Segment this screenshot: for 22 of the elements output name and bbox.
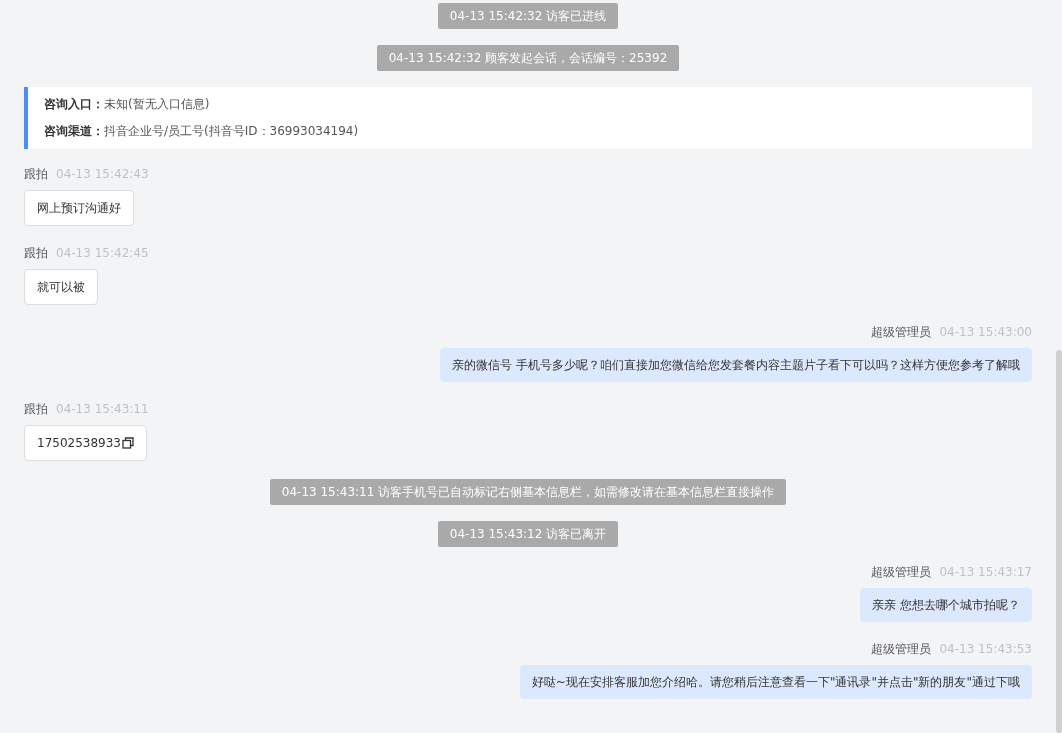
message-text: 好哒~现在安排客服加您介绍哈。请您稍后注意查看一下"通讯录"并点击"新的朋友"通过下哦 xyxy=(531,674,1020,691)
sender-name: 跟拍 xyxy=(24,401,48,418)
system-notice: 04-13 15:42:32 顾客发起会话，会话编号：25392 xyxy=(376,45,680,71)
sender-name: 超级管理员 xyxy=(871,324,932,341)
sender-name: 超级管理员 xyxy=(871,564,932,581)
system-notice: 04-13 15:42:32 访客已进线 xyxy=(437,3,619,29)
message-text: 就可以被 xyxy=(37,279,85,296)
message-text: 17502538933 xyxy=(37,435,121,452)
sender-name: 跟拍 xyxy=(24,166,48,183)
copy-icon[interactable] xyxy=(122,437,134,449)
system-notice: 04-13 15:43:11 访客手机号已自动标记右侧基本信息栏，如需修改请在基本信息栏直接操作 xyxy=(269,479,787,505)
sender-name: 超级管理员 xyxy=(871,641,932,658)
message-text: 亲的微信号 手机号多少呢？咱们直接加您微信给您发套餐内容主题片子看下可以吗？这样方便您参考了解哦 xyxy=(452,357,1020,374)
system-notice: 04-13 15:43:12 访客已离开 xyxy=(437,521,619,547)
info-value: 未知(暂无入口信息) xyxy=(104,96,210,113)
info-label: 咨询渠道： xyxy=(44,123,104,140)
sender-name: 跟拍 xyxy=(24,245,48,262)
info-label: 咨询入口： xyxy=(44,96,104,113)
scrollbar-thumb[interactable] xyxy=(1056,350,1062,733)
message-text: 亲亲 您想去哪个城市拍呢？ xyxy=(872,597,1020,614)
message-text: 网上预订沟通好 xyxy=(37,200,121,217)
info-value: 抖音企业号/员工号(抖音号ID：36993034194) xyxy=(104,123,359,140)
